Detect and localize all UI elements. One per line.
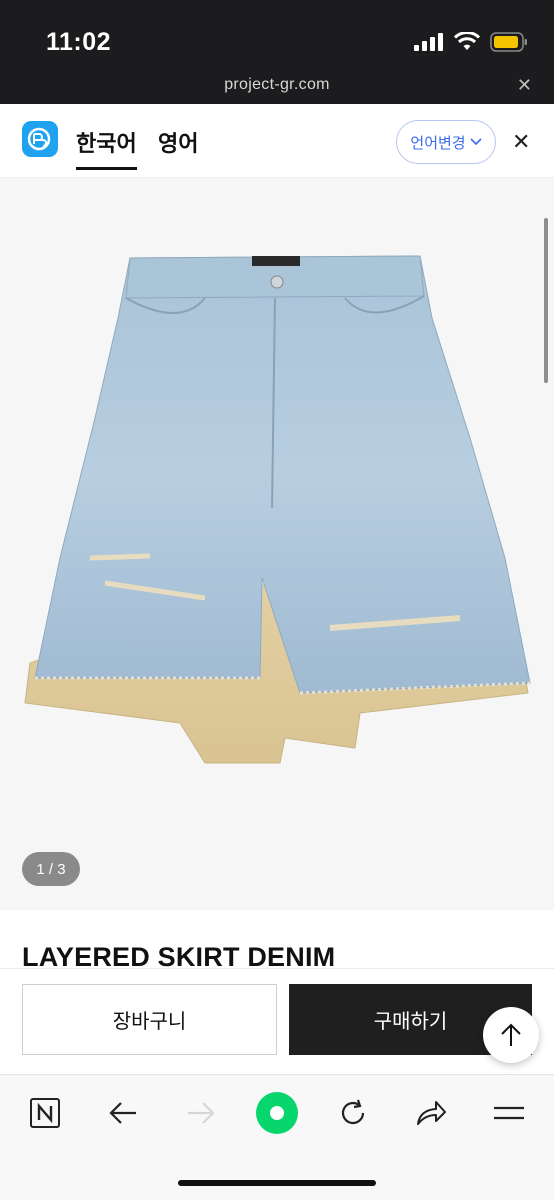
tab-english[interactable]: 영어 xyxy=(158,126,198,158)
menu-icon[interactable] xyxy=(486,1090,532,1136)
refresh-icon[interactable] xyxy=(330,1090,376,1136)
image-counter: 1 / 3 xyxy=(22,852,80,886)
battery-icon xyxy=(490,32,527,52)
url-bar[interactable]: project-gr.com ✕ xyxy=(0,66,554,104)
home-icon[interactable] xyxy=(254,1090,300,1136)
home-indicator xyxy=(178,1180,376,1186)
tab-korean[interactable]: 한국어 xyxy=(76,126,137,170)
status-bar: 11:02 xyxy=(0,0,554,66)
status-icons xyxy=(414,32,528,52)
add-to-cart-button[interactable]: 장바구니 xyxy=(22,984,277,1055)
close-translate-icon[interactable]: ✕ xyxy=(512,130,530,155)
back-icon[interactable] xyxy=(100,1090,146,1136)
arrow-up-icon xyxy=(501,1023,521,1046)
change-language-button[interactable]: 언어변경 xyxy=(396,120,496,164)
naver-icon[interactable] xyxy=(22,1090,68,1136)
product-image[interactable] xyxy=(0,178,554,910)
signal-icon xyxy=(414,33,443,51)
scroll-to-top-button[interactable] xyxy=(483,1007,539,1063)
change-language-label: 언어변경 xyxy=(410,133,466,152)
scroll-indicator[interactable] xyxy=(544,218,548,383)
translate-logo-icon xyxy=(22,121,58,157)
url-domain[interactable]: project-gr.com xyxy=(0,76,554,94)
wifi-icon xyxy=(454,32,480,50)
chevron-down-icon xyxy=(470,138,482,146)
share-icon[interactable] xyxy=(408,1090,454,1136)
forward-icon xyxy=(178,1090,224,1136)
close-icon[interactable]: ✕ xyxy=(517,75,532,96)
denim-shorts-illustration xyxy=(24,255,531,764)
status-time: 11:02 xyxy=(46,28,112,56)
